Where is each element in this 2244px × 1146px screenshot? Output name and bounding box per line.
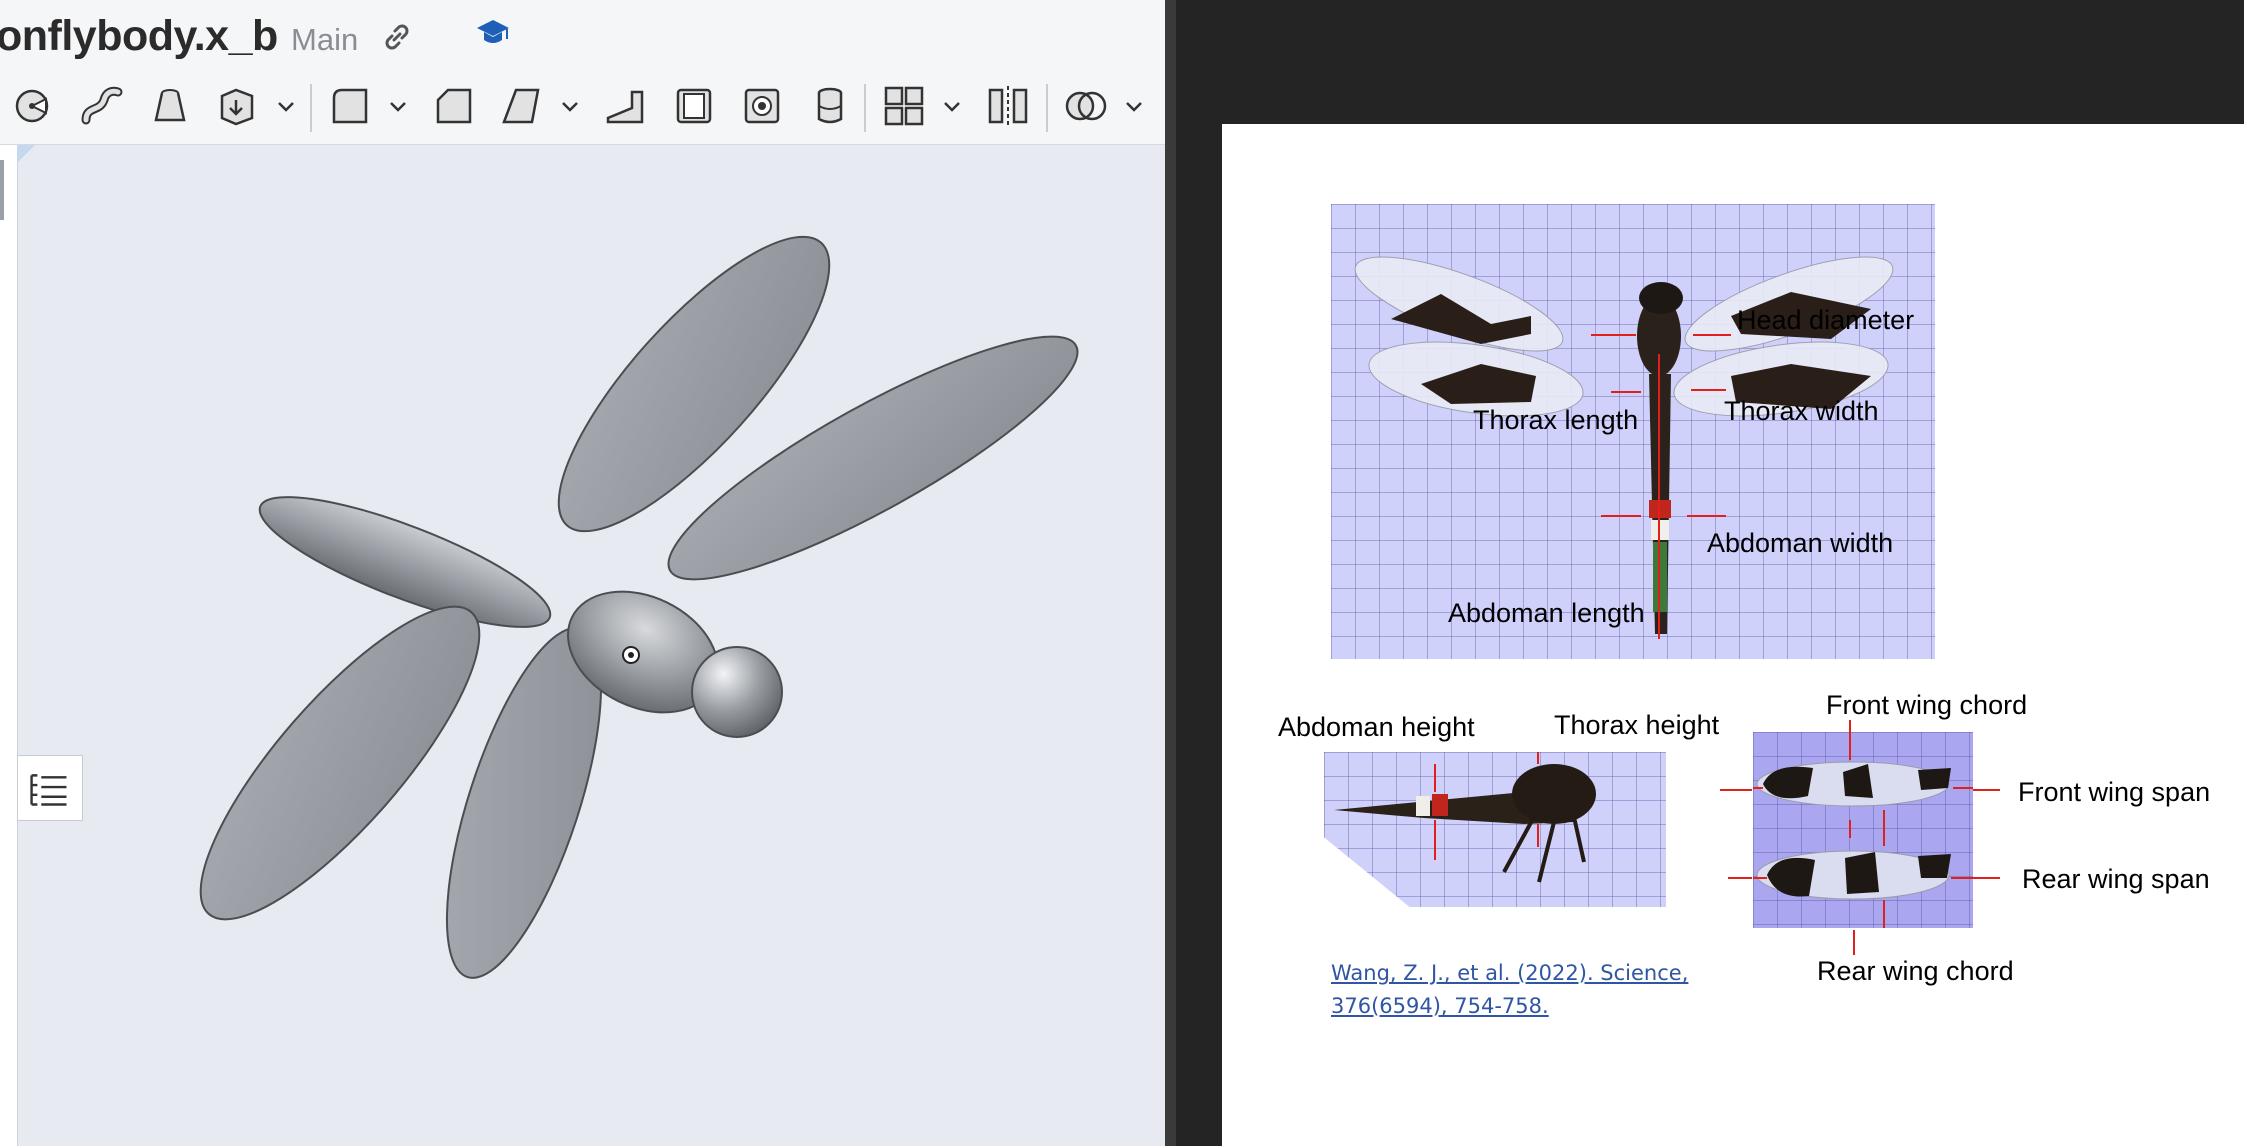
- chevron-down-icon[interactable]: [274, 94, 298, 118]
- feature-toolbar: [0, 72, 1165, 145]
- label-rear-wing-span: Rear wing span: [2022, 864, 2210, 894]
- citation-line-2[interactable]: 376(6594), 754-758.: [1331, 994, 1549, 1018]
- rib-icon[interactable]: [602, 82, 650, 130]
- chevron-down-icon[interactable]: [1122, 94, 1146, 118]
- education-cap-icon[interactable]: [475, 16, 511, 48]
- chevron-down-icon[interactable]: [558, 94, 582, 118]
- cad-app-pane: onflybody.x_b Main: [0, 0, 1165, 1146]
- document-title[interactable]: onflybody.x_b: [0, 12, 278, 61]
- label-front-wing-chord: Front wing chord: [1826, 690, 2028, 720]
- label-front-wing-span: Front wing span: [2018, 777, 2211, 807]
- label-thorax-length: Thorax length: [1473, 405, 1639, 435]
- hole-icon[interactable]: [738, 82, 786, 130]
- toolbar-divider: [1046, 84, 1048, 132]
- draft-icon[interactable]: [498, 82, 546, 130]
- shell-icon[interactable]: [670, 82, 718, 130]
- label-abdomen-length: Abdoman length: [1448, 598, 1645, 628]
- document-title-bar: onflybody.x_b Main: [0, 0, 1165, 72]
- label-thorax-width: Thorax width: [1724, 396, 1879, 426]
- 3d-viewport[interactable]: [17, 145, 1165, 1146]
- citation-link[interactable]: Wang, Z. J., et al. (2022). Science, 376…: [1331, 957, 1711, 1023]
- chevron-down-icon[interactable]: [386, 94, 410, 118]
- cad-head[interactable]: [691, 646, 783, 738]
- branch-label[interactable]: Main: [291, 22, 358, 58]
- sweep-icon[interactable]: [78, 82, 126, 130]
- chevron-down-icon[interactable]: [940, 94, 964, 118]
- link-icon[interactable]: [380, 20, 414, 54]
- panel-tab[interactable]: [0, 160, 4, 220]
- loft-icon[interactable]: [146, 82, 194, 130]
- citation-line-1[interactable]: Wang, Z. J., et al. (2022). Science,: [1331, 961, 1688, 985]
- revolve-icon[interactable]: [10, 82, 58, 130]
- label-abdomen-width: Abdoman width: [1707, 528, 1894, 558]
- label-head-diameter: Head diameter: [1737, 305, 1915, 335]
- view-corner-indicator: [17, 145, 35, 163]
- toolbar-divider: [864, 84, 866, 132]
- split-view-divider[interactable]: [1165, 0, 1176, 1146]
- mirror-icon[interactable]: [984, 82, 1032, 130]
- label-rear-wing-chord: Rear wing chord: [1817, 956, 2014, 986]
- thicken-icon[interactable]: [214, 82, 262, 130]
- left-panel-rail[interactable]: [0, 145, 18, 1146]
- label-abdomen-height: Abdoman height: [1278, 712, 1475, 742]
- pattern-icon[interactable]: [880, 82, 928, 130]
- wing-annotation-arrows: [1720, 720, 2000, 955]
- feature-list-icon[interactable]: [17, 755, 83, 821]
- label-thorax-height: Thorax height: [1554, 710, 1720, 740]
- cylinder-icon[interactable]: [806, 82, 854, 130]
- boolean-icon[interactable]: [1062, 82, 1110, 130]
- chamfer-icon[interactable]: [430, 82, 478, 130]
- toolbar-divider: [310, 84, 312, 132]
- fillet-icon[interactable]: [326, 82, 374, 130]
